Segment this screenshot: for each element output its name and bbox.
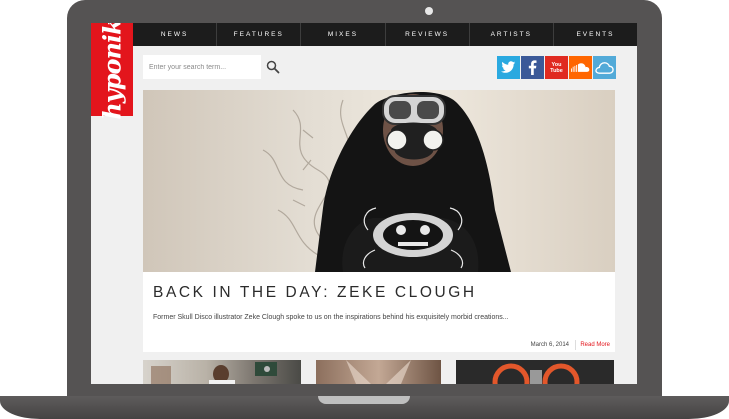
thumbnail-3[interactable] bbox=[456, 360, 614, 384]
nav-item-reviews[interactable]: REVIEWS bbox=[386, 23, 470, 46]
featured-article: BACK IN THE DAY: ZEKE CLOUGH Former Skul… bbox=[143, 272, 615, 352]
nav-item-features[interactable]: FEATURES bbox=[217, 23, 302, 46]
article-date: March 6, 2014 bbox=[530, 342, 569, 348]
hero-image[interactable] bbox=[143, 90, 615, 272]
article-thumbnails bbox=[91, 360, 637, 384]
hero-photo-zeke-clough bbox=[262, 91, 511, 272]
mixcloud-button[interactable] bbox=[593, 56, 616, 79]
search-button[interactable] bbox=[265, 59, 281, 75]
social-links: You Tube bbox=[497, 56, 616, 79]
search-icon bbox=[266, 60, 280, 74]
thumbnail-2[interactable] bbox=[316, 360, 441, 384]
nav-item-mixes[interactable]: MIXES bbox=[301, 23, 386, 46]
nav-item-events[interactable]: EVENTS bbox=[554, 23, 637, 46]
nav-item-news[interactable]: NEWS bbox=[133, 23, 218, 46]
logo-text: hyponik bbox=[97, 23, 127, 120]
soundcloud-icon bbox=[571, 62, 590, 72]
site-logo[interactable]: hyponik bbox=[91, 23, 133, 120]
main-nav: NEWS FEATURES MIXES REVIEWS ARTISTS EVEN… bbox=[133, 23, 637, 46]
camera-dot bbox=[425, 7, 433, 15]
website-screen: hyponik NEWS FEATURES MIXES REVIEWS ARTI… bbox=[91, 23, 637, 384]
twitter-icon bbox=[501, 61, 516, 73]
nav-item-artists[interactable]: ARTISTS bbox=[470, 23, 554, 46]
soundcloud-button[interactable] bbox=[569, 56, 592, 79]
article-excerpt: Former Skull Disco illustrator Zeke Clou… bbox=[153, 314, 509, 321]
thumbnail-photo-2 bbox=[346, 360, 411, 384]
thumbnail-photo-3 bbox=[492, 363, 580, 384]
read-more-link[interactable]: Read More bbox=[580, 342, 610, 348]
search-input[interactable] bbox=[143, 55, 261, 79]
youtube-icon: You Tube bbox=[550, 61, 563, 74]
thumbnail-1[interactable] bbox=[143, 360, 301, 384]
laptop-notch bbox=[318, 396, 410, 404]
meta-divider bbox=[575, 340, 576, 350]
article-title[interactable]: BACK IN THE DAY: ZEKE CLOUGH bbox=[153, 284, 477, 302]
youtube-button[interactable]: You Tube bbox=[545, 56, 568, 79]
mixcloud-icon bbox=[595, 61, 614, 74]
facebook-button[interactable] bbox=[521, 56, 544, 79]
facebook-icon bbox=[528, 60, 537, 75]
twitter-button[interactable] bbox=[497, 56, 520, 79]
thumbnail-photo-1 bbox=[151, 362, 277, 384]
